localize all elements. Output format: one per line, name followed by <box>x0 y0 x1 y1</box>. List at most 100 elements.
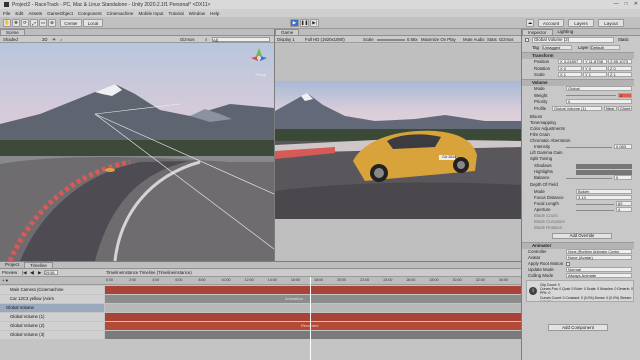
playhead[interactable] <box>310 277 311 360</box>
timeline-play-icon[interactable]: ▶ <box>38 270 41 276</box>
root-motion-checkbox[interactable] <box>566 262 570 266</box>
menu-tutorial[interactable]: Tutorial <box>169 11 184 16</box>
preview-toggle[interactable]: Preview <box>2 270 17 275</box>
menu-file[interactable]: File <box>3 11 10 16</box>
profile-clone-button[interactable]: Clone <box>618 105 632 111</box>
rotation-z-field[interactable]: Z 0 <box>608 65 632 71</box>
menu-mobile-input[interactable]: Mobile Input <box>138 11 163 16</box>
tab-game[interactable]: Game <box>275 29 300 35</box>
aperture-slider[interactable] <box>576 209 614 211</box>
add-track-button[interactable]: + ▾ <box>2 278 8 284</box>
track-main-camera-clip[interactable] <box>105 286 521 294</box>
volume-header[interactable]: Volume <box>522 79 634 86</box>
move-tool-icon[interactable]: ✥ <box>12 19 20 27</box>
gizmos-dropdown[interactable]: Gizmos <box>180 37 195 42</box>
track-car[interactable]: Car 12C3 yellow (Anim <box>0 295 104 303</box>
2d-toggle[interactable]: 2D <box>42 37 48 42</box>
tab-lighting[interactable]: Lighting <box>553 29 579 35</box>
scale-tool-icon[interactable]: ⤢ <box>30 19 38 27</box>
track-gv2-clip[interactable]: Recorded <box>105 322 521 330</box>
stats-toggle[interactable]: Stats <box>487 37 497 42</box>
resolution-dropdown[interactable]: Full HD (1920x1080) <box>305 37 345 42</box>
position-z-field[interactable]: Z 85.1073 <box>608 59 632 65</box>
track-gv3-clip[interactable] <box>105 331 521 339</box>
step-button[interactable]: ▶| <box>310 19 319 27</box>
play-button[interactable]: ▶ <box>290 19 299 27</box>
collab-cloud-icon[interactable]: ☁ <box>526 19 534 27</box>
minimize-button[interactable]: — <box>614 1 619 7</box>
prev-frame-icon[interactable]: ◀| <box>30 270 34 276</box>
add-component-button[interactable]: Add Component <box>548 324 608 331</box>
scene-viewport[interactable]: Persp <box>0 44 274 261</box>
weight-slider[interactable] <box>566 95 616 96</box>
culling-mode-dropdown[interactable]: Always Animate <box>566 273 632 279</box>
pivot-local-toggle[interactable]: Local <box>83 19 103 27</box>
shading-mode-dropdown[interactable]: Shaded <box>3 37 18 42</box>
lighting-toggle-icon[interactable]: ☀ <box>52 37 56 43</box>
menu-window[interactable]: Window <box>189 11 205 16</box>
timeline-breadcrumb[interactable]: TimelineInstance Timeline (Timelineinsta… <box>106 270 192 275</box>
account-dropdown[interactable]: Account <box>538 19 564 27</box>
menu-edit[interactable]: Edit <box>15 11 23 16</box>
shadows-color-swatch[interactable] <box>576 163 632 169</box>
balance-field[interactable]: 0 <box>614 175 632 181</box>
tab-scene[interactable]: Scene <box>0 29 25 35</box>
scale-z-field[interactable]: Z 1 <box>608 72 632 78</box>
maximize-button[interactable]: □ <box>625 1 628 7</box>
tab-timeline[interactable]: Timeline <box>24 262 53 268</box>
track-gv1-clip[interactable] <box>105 313 521 321</box>
override-split-toning[interactable]: Split Toning <box>522 156 634 162</box>
rotation-x-field[interactable]: X 0 <box>558 65 582 71</box>
position-y-field[interactable]: Y 11.8798 <box>583 59 607 65</box>
layers-dropdown[interactable]: Layers <box>568 19 594 27</box>
rect-tool-icon[interactable]: ▭ <box>39 19 47 27</box>
active-checkbox[interactable] <box>525 38 529 42</box>
transform-header[interactable]: Transform <box>522 52 634 59</box>
add-override-button[interactable]: Add Override <box>552 233 612 239</box>
scene-persp-label[interactable]: Persp <box>256 72 266 77</box>
priority-field[interactable]: 0 <box>566 99 632 105</box>
scene-gizmo-axis-icon[interactable] <box>248 46 270 72</box>
menu-assets[interactable]: Assets <box>28 11 42 16</box>
track-global-volume-1[interactable]: Global Volume (1) <box>0 313 104 321</box>
position-x-field[interactable]: X 3.24597 <box>558 59 582 65</box>
scale-x-field[interactable]: X 1 <box>558 72 582 78</box>
focal-length-field[interactable]: 82 <box>616 201 632 207</box>
maximize-on-play-toggle[interactable]: Maximize On Play <box>421 37 456 42</box>
menu-component[interactable]: Component <box>78 11 102 16</box>
update-mode-dropdown[interactable]: Normal <box>566 267 632 273</box>
audio-toggle-icon[interactable]: ♪ <box>60 37 62 42</box>
rotation-y-field[interactable]: Y 0 <box>583 65 607 71</box>
hand-tool-icon[interactable]: ✋ <box>3 19 11 27</box>
display-dropdown[interactable]: Display 1 <box>277 37 295 42</box>
object-name-field[interactable]: Global Volume (2) <box>532 37 614 43</box>
game-gizmos-dropdown[interactable]: Gizmos <box>499 37 514 42</box>
mute-audio-toggle[interactable]: Mute Audio <box>463 37 485 42</box>
goto-start-icon[interactable]: |◀ <box>22 270 26 276</box>
track-car-clip[interactable]: Animation <box>105 295 521 303</box>
close-button[interactable]: ✕ <box>634 1 638 7</box>
track-global-volume-2[interactable]: Global Volume (2) <box>0 322 104 330</box>
focal-length-slider[interactable] <box>576 203 614 205</box>
pause-button[interactable]: ❚❚ <box>300 19 309 27</box>
scale-slider[interactable] <box>377 39 405 41</box>
volume-mode-dropdown[interactable]: Global <box>566 86 632 92</box>
menu-gameobject[interactable]: GameObject <box>47 11 73 16</box>
static-toggle[interactable]: Static <box>618 37 629 42</box>
scale-y-field[interactable]: Y 1 <box>583 72 607 78</box>
rotate-tool-icon[interactable]: ⟳ <box>21 19 29 27</box>
intensity-slider[interactable] <box>566 146 612 148</box>
scene-search-input[interactable]: All <box>212 37 270 43</box>
weight-field[interactable]: 1 <box>618 92 632 98</box>
layout-dropdown[interactable]: Layout <box>598 19 624 27</box>
profile-new-button[interactable]: New <box>604 105 617 111</box>
tab-project[interactable]: Project <box>0 262 24 268</box>
intensity-field[interactable]: 0.083 <box>614 144 632 150</box>
profile-field[interactable]: Global Volume (1) <box>552 105 602 111</box>
avatar-field[interactable]: None (Avatar) <box>566 255 632 261</box>
override-depth-of-field[interactable]: Depth Of Field <box>522 182 634 188</box>
transform-tool-icon[interactable]: ⊕ <box>48 19 56 27</box>
controller-field[interactable]: None (Runtime Animator Contro <box>566 249 632 255</box>
track-group-global-volume[interactable]: Global Volume <box>0 304 104 312</box>
menu-cinemachine[interactable]: Cinemachine <box>107 11 134 16</box>
